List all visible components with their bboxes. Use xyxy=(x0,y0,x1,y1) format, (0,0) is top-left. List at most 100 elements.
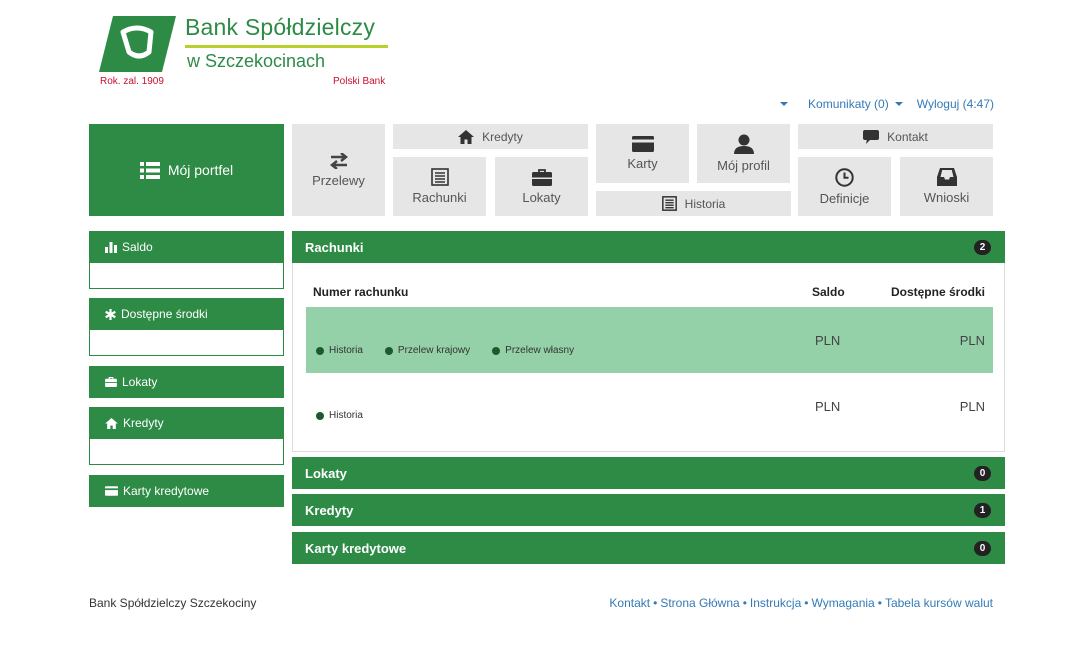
sidebar-lokaty: Lokaty xyxy=(89,366,284,398)
sidebar-kredyty-content xyxy=(89,439,284,465)
nav-moj-profil[interactable]: Mój profil xyxy=(697,124,790,183)
nav-wnioski-label: Wnioski xyxy=(923,190,970,205)
rachunki-panel-body: Numer rachunku Saldo Dostępne środki His… xyxy=(292,263,1005,452)
bullet-icon xyxy=(384,346,393,355)
col-dostepne-srodki: Dostępne środki xyxy=(890,285,985,299)
footer-link-instrukcja[interactable]: Instrukcja xyxy=(750,596,801,610)
col-numer-rachunku: Numer rachunku xyxy=(313,285,409,299)
bank-town: w Szczekocinach xyxy=(187,51,326,71)
footer-bank-name: Bank Spółdzielczy Szczekociny xyxy=(89,596,257,610)
sidebar-saldo-content xyxy=(89,263,284,289)
nav-moj-portfel-label: Mój portfel xyxy=(167,162,234,178)
sidebar-saldo-label: Saldo xyxy=(122,240,153,254)
action-przelew-krajowy[interactable]: Przelew krajowy xyxy=(384,345,471,356)
kredyty-panel-header[interactable]: Kredyty 1 xyxy=(292,494,1005,526)
account-dostepne: PLN xyxy=(959,333,985,348)
lokaty-count-badge: 0 xyxy=(974,465,991,481)
document-list-icon xyxy=(661,196,677,211)
sidebar-kredyty: Kredyty xyxy=(89,407,284,465)
nav-karty-label: Karty xyxy=(627,156,658,171)
nav-moj-portfel[interactable]: Mój portfel xyxy=(89,124,284,216)
nav-definicje[interactable]: Definicje xyxy=(798,157,891,216)
nav-historia[interactable]: Historia xyxy=(596,191,791,216)
sidebar-karty-kredytowe: Karty kredytowe xyxy=(89,475,284,507)
nav-kontakt[interactable]: Kontakt xyxy=(798,124,993,149)
kredyty-panel-title: Kredyty xyxy=(305,502,354,518)
account-row[interactable]: Historia PLN PLN xyxy=(306,383,993,443)
nav-lokaty-label: Lokaty xyxy=(522,189,561,205)
bank-logo[interactable]: Bank Spółdzielczy w Szczekocinach Rok. z… xyxy=(99,14,394,89)
clock-icon xyxy=(835,167,854,187)
logo-divider xyxy=(185,45,388,48)
account-dostepne: PLN xyxy=(959,399,985,414)
sidebar-dostepne-srodki-label: Dostępne środki xyxy=(121,307,208,321)
wyloguj-link[interactable]: Wyloguj (4:47) xyxy=(917,97,994,111)
sidebar-lokaty-label: Lokaty xyxy=(122,375,158,389)
action-przelew-krajowy-label: Przelew krajowy xyxy=(397,345,471,356)
sidebar-lokaty-header[interactable]: Lokaty xyxy=(89,366,284,398)
credit-card-icon xyxy=(105,486,118,496)
nav-kredyty-label: Kredyty xyxy=(482,129,523,144)
rachunki-count-badge: 2 xyxy=(974,239,991,255)
rachunki-panel-header[interactable]: Rachunki 2 xyxy=(292,231,1005,263)
sidebar-kredyty-label: Kredyty xyxy=(123,416,164,430)
bullet-icon xyxy=(492,346,501,355)
sidebar-karty-kredytowe-header[interactable]: Karty kredytowe xyxy=(89,475,284,507)
nav-przelewy[interactable]: Przelewy xyxy=(292,124,385,216)
home-icon xyxy=(105,417,118,429)
komunikaty-dropdown-icon[interactable] xyxy=(894,102,903,106)
top-links: Komunikaty (0) Wyloguj (4:47) xyxy=(780,97,994,111)
lokaty-panel-title: Lokaty xyxy=(305,465,347,481)
language-dropdown-icon[interactable] xyxy=(780,102,789,106)
inbox-icon xyxy=(936,168,957,186)
footer-separator: • xyxy=(804,596,809,610)
briefcase-icon xyxy=(531,168,552,186)
karty-kredytowe-panel-header[interactable]: Karty kredytowe 0 xyxy=(292,532,1005,564)
nav-karty[interactable]: Karty xyxy=(596,124,689,183)
karty-kredytowe-panel-title: Karty kredytowe xyxy=(305,540,407,556)
rachunki-panel-title: Rachunki xyxy=(305,239,364,255)
nav-wnioski[interactable]: Wnioski xyxy=(900,157,993,216)
sidebar-dostepne-srodki-content xyxy=(89,330,284,356)
nav-rachunki-label: Rachunki xyxy=(412,190,467,205)
user-icon xyxy=(733,134,754,154)
footer-separator: • xyxy=(653,596,658,610)
footer-link-strona-glowna[interactable]: Strona Główna xyxy=(660,596,739,610)
footer-link-tabela-kursow[interactable]: Tabela kursów walut xyxy=(885,596,993,610)
nav-kontakt-label: Kontakt xyxy=(887,129,928,144)
col-saldo: Saldo xyxy=(812,285,845,299)
transfer-arrows-icon xyxy=(329,152,348,169)
action-historia-label: Historia xyxy=(329,410,363,421)
sidebar-kredyty-header[interactable]: Kredyty xyxy=(89,407,284,439)
footer-link-kontakt[interactable]: Kontakt xyxy=(609,596,650,610)
footer-link-wymagania[interactable]: Wymagania xyxy=(811,596,874,610)
bullet-icon xyxy=(316,346,324,355)
action-przelew-wlasny[interactable]: Przelew własny xyxy=(492,345,574,356)
sidebar-dostepne-srodki: Dostępne środki xyxy=(89,298,284,356)
account-actions: Historia xyxy=(316,410,363,421)
sidebar-saldo-header[interactable]: Saldo xyxy=(89,231,284,263)
nav-lokaty[interactable]: Lokaty xyxy=(495,157,588,216)
footer-links: Kontakt • Strona Główna • Instrukcja • Wymagan… xyxy=(609,596,993,610)
document-list-icon xyxy=(430,168,449,186)
komunikaty-link[interactable]: Komunikaty (0) xyxy=(808,97,889,111)
briefcase-icon xyxy=(105,377,117,387)
nav-kredyty[interactable]: Kredyty xyxy=(393,124,588,149)
kredyty-count-badge: 1 xyxy=(974,502,991,518)
sidebar-karty-kredytowe-label: Karty kredytowe xyxy=(123,484,210,498)
account-actions: Historia Przelew krajowy Przelew własny xyxy=(316,345,574,356)
sidebar-dostepne-srodki-header[interactable]: Dostępne środki xyxy=(89,298,284,330)
nav-definicje-label: Definicje xyxy=(819,190,870,206)
bullet-icon xyxy=(316,411,324,420)
nav-rachunki[interactable]: Rachunki xyxy=(393,157,486,216)
footer-separator: • xyxy=(742,596,747,610)
list-icon xyxy=(139,161,160,179)
lokaty-panel-header[interactable]: Lokaty 0 xyxy=(292,457,1005,489)
logo-tagline: Polski Bank xyxy=(333,76,386,87)
nav-moj-profil-label: Mój profil xyxy=(717,158,770,173)
bank-name: Bank Spółdzielczy xyxy=(185,14,376,40)
action-historia[interactable]: Historia xyxy=(316,345,363,356)
action-historia[interactable]: Historia xyxy=(316,410,363,421)
account-row[interactable]: Historia Przelew krajowy Przelew własny … xyxy=(306,307,993,373)
founded-year: Rok. zal. 1909 xyxy=(100,76,164,87)
